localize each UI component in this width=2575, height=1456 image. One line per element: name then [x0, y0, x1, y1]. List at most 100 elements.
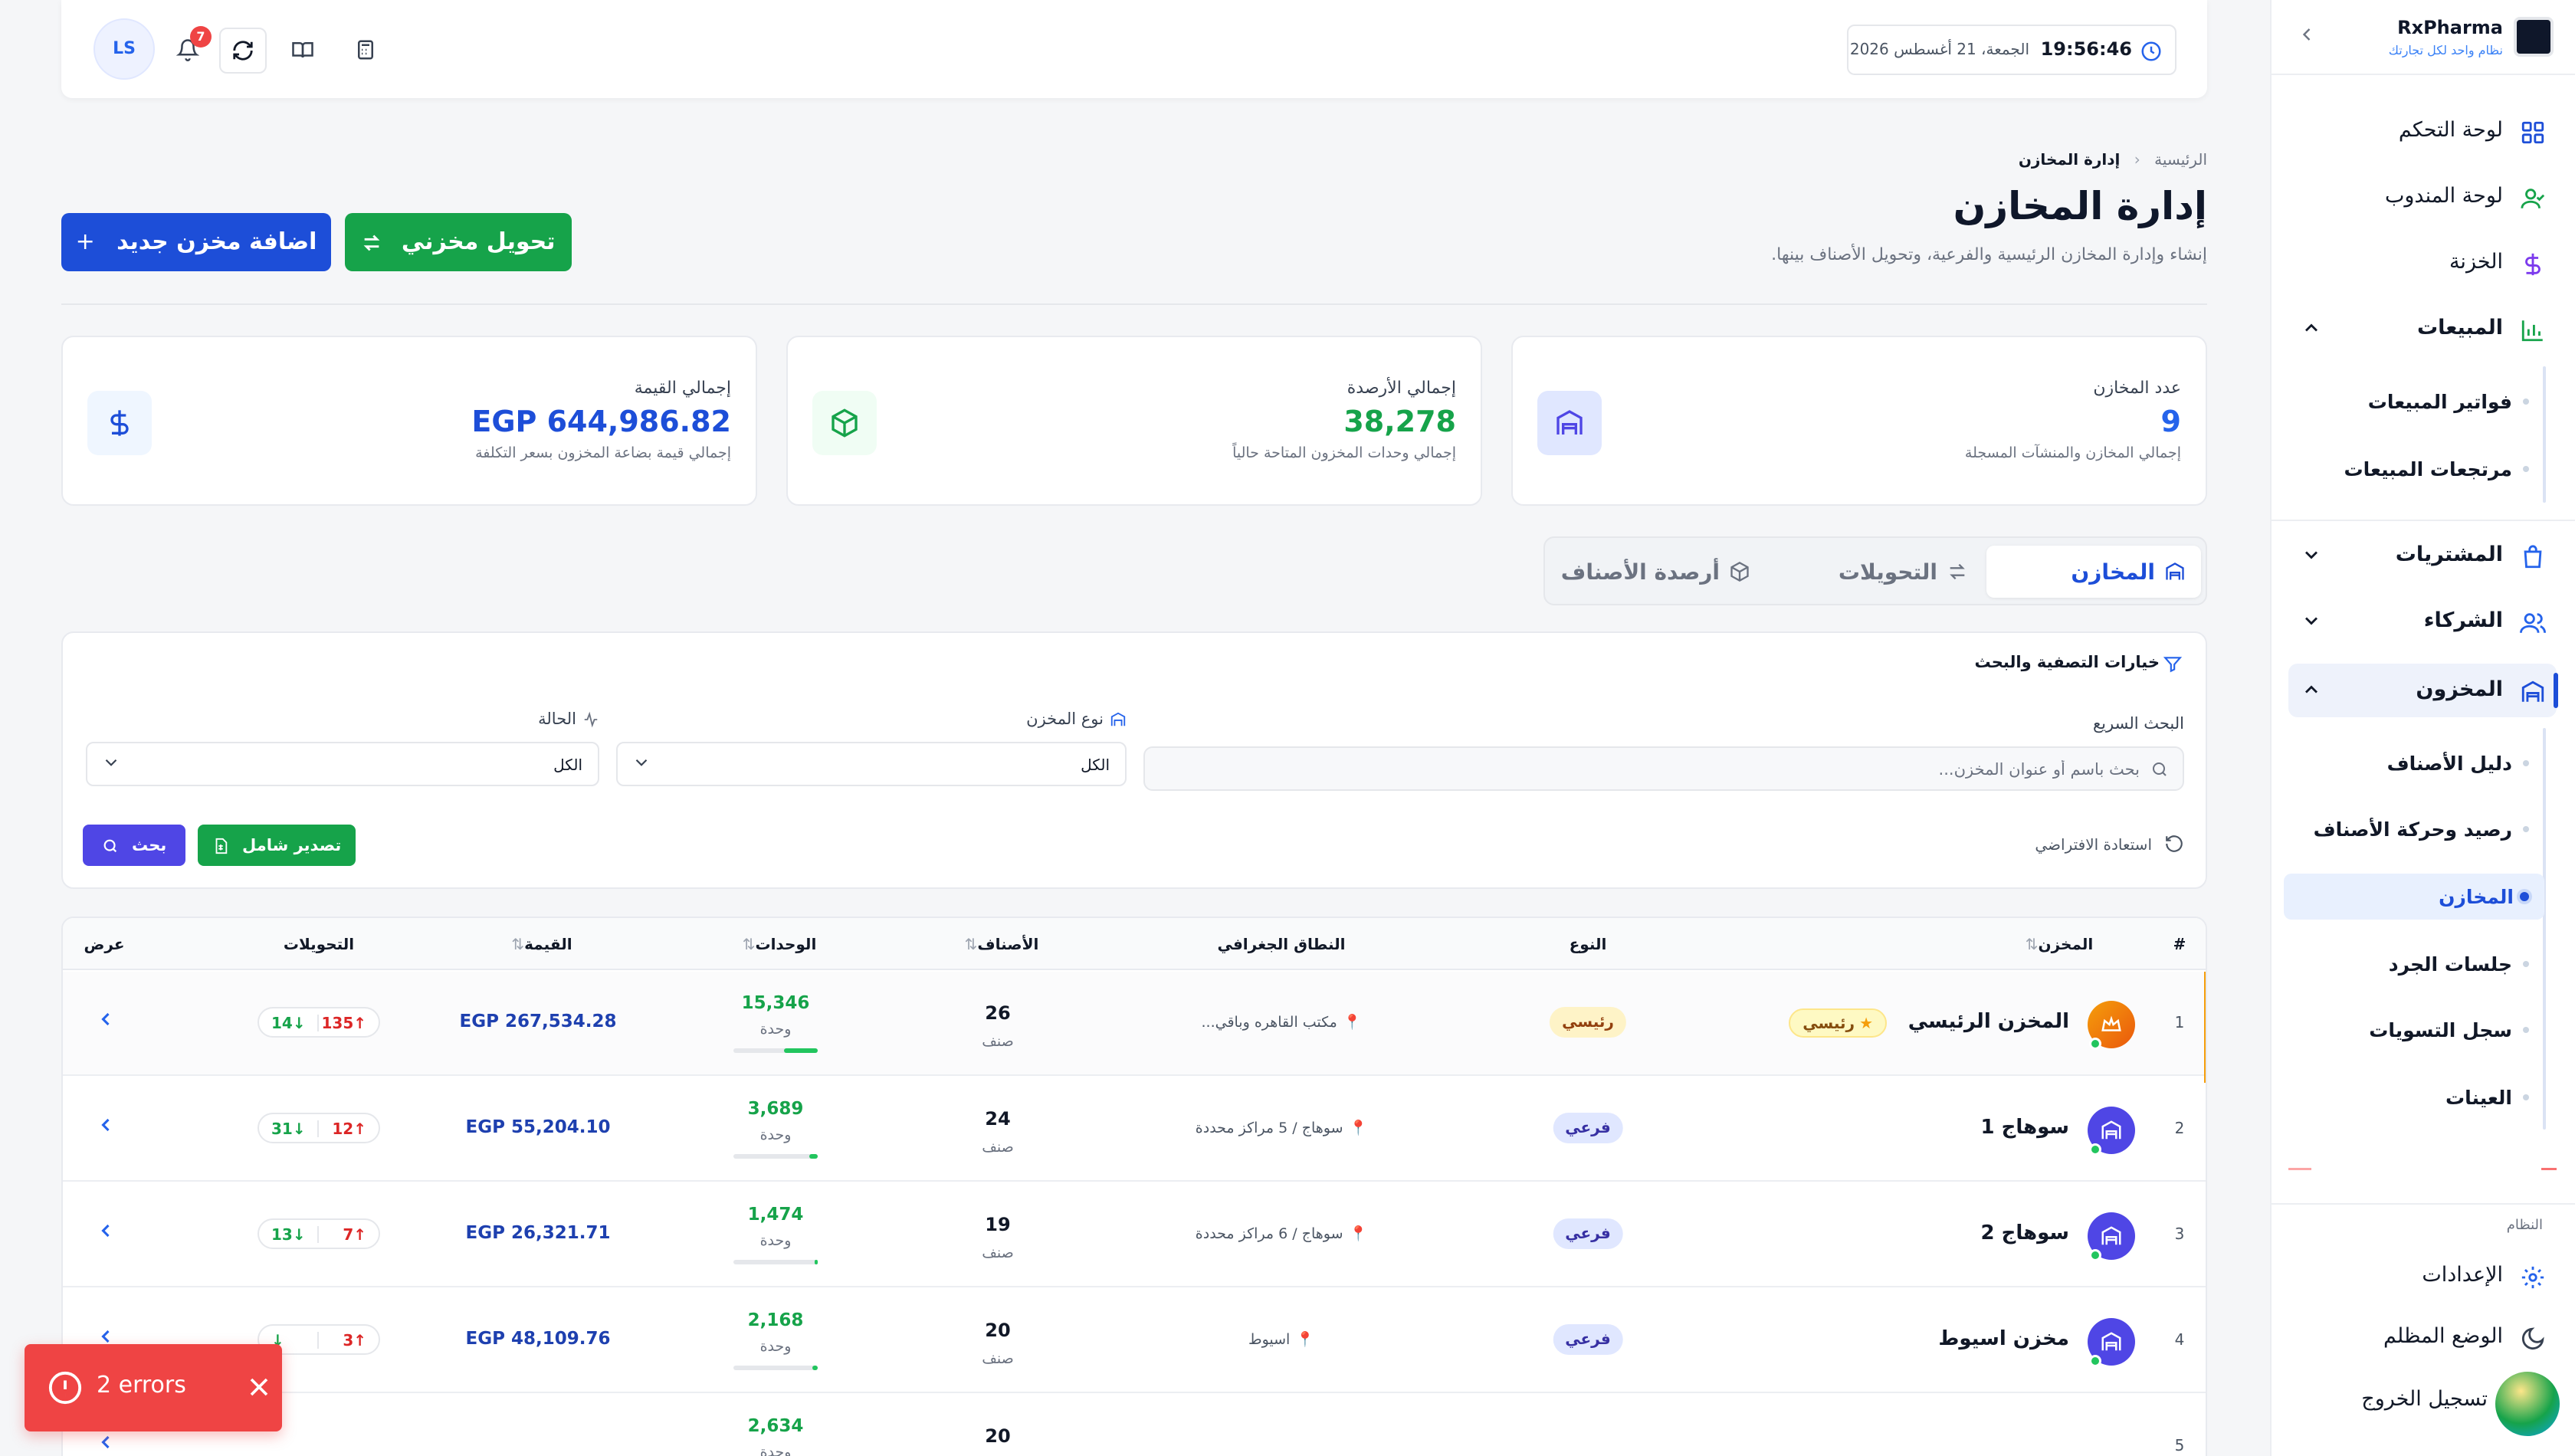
sidebar-item-dark-mode[interactable]: الوضع المظلم: [2288, 1310, 2557, 1364]
sidebar-item-partners[interactable]: الشركاء: [2288, 595, 2557, 648]
close-icon[interactable]: [244, 1372, 274, 1402]
sidebar-subitem-sales-returns[interactable]: مرتجعات المبيعات: [2299, 446, 2529, 492]
search-input[interactable]: [1220, 757, 2140, 782]
search-button[interactable]: بحث: [83, 825, 185, 866]
transfers-summary[interactable]: ↑7 ↓13: [258, 1218, 380, 1249]
reset-filters-label: استعادة الافتراضي: [2035, 835, 2152, 854]
type-filter-select[interactable]: الكل: [616, 742, 1127, 786]
sidebar-subitem-stock-counts[interactable]: جلسات الجرد: [2299, 941, 2529, 987]
export-button[interactable]: تصدير شامل: [198, 825, 356, 866]
stat-card-value: 9: [2160, 405, 2181, 438]
chevron-down-icon: [2305, 617, 2318, 625]
row-number: 1: [2174, 1013, 2185, 1031]
column-header-items[interactable]: الأصناف⇅: [957, 935, 1039, 953]
breadcrumb-home[interactable]: الرئيسية: [2154, 150, 2207, 169]
sidebar-subitem-label: فواتير المبيعات: [2367, 391, 2512, 413]
calculator-button[interactable]: [346, 31, 385, 69]
gear-icon: [2521, 1266, 2544, 1289]
add-warehouse-button[interactable]: اضافة مخزن جديد +: [61, 213, 331, 271]
sidebar-divider: [2270, 74, 2575, 75]
sidebar-subitem-sales-invoices[interactable]: فواتير المبيعات: [2299, 379, 2529, 425]
transfer-stock-label: تحويل مخزني: [401, 228, 556, 255]
sidebar-item-rep-dashboard[interactable]: لوحة المندوب: [2288, 170, 2557, 224]
breadcrumb-separator-icon: ‹: [2134, 150, 2140, 169]
view-row-button[interactable]: [86, 1431, 116, 1456]
warehouse-name[interactable]: المخزن الرئيسي: [1908, 1010, 2069, 1033]
transfers-summary[interactable]: ↑12 ↓31: [258, 1113, 380, 1143]
warehouse-name[interactable]: سوهاج 2: [1980, 1222, 2069, 1244]
column-header-warehouse[interactable]: المخزن⇅: [2018, 935, 2093, 953]
units-count: 15,346: [741, 993, 810, 1013]
column-header-value[interactable]: القيمة⇅: [504, 935, 572, 953]
sidebar-item-sales[interactable]: المبيعات: [2288, 302, 2557, 356]
plus-icon: +: [75, 228, 95, 255]
sort-icon: ⇅: [2025, 935, 2039, 953]
view-row-button[interactable]: [86, 1008, 116, 1039]
arrow-up-icon: ↑: [353, 1014, 366, 1032]
sidebar-item-purchases[interactable]: المشتريات: [2288, 529, 2557, 582]
app-avatar-image: [2492, 1369, 2563, 1439]
units-share-bar: [733, 1366, 818, 1370]
map-pin-icon: 📍: [1343, 1014, 1362, 1031]
sidebar-subitem-samples[interactable]: العينات: [2299, 1074, 2529, 1120]
column-header-units[interactable]: الوحدات⇅: [735, 935, 817, 953]
stat-card-description: إجمالي قيمة بضاعة المخزون بسعر التكلفة: [475, 444, 731, 461]
tab-item-balances[interactable]: أرصدة الأصناف: [1551, 546, 1766, 598]
view-row-button[interactable]: [86, 1114, 116, 1145]
table-row[interactable]: 2 سوهاج 1 فرعي 📍 سوهاج / 5 مراكز محددة 24 صنف 3…: [63, 1077, 2206, 1182]
error-toast[interactable]: 2 errors: [25, 1344, 282, 1431]
type-filter-label: نوع المخزن: [1026, 710, 1127, 728]
status-filter-value: الكل: [553, 756, 582, 774]
table-row[interactable]: 3 سوهاج 2 فرعي 📍 سوهاج / 6 مراكز محددة 19 صنف 1…: [63, 1183, 2206, 1287]
view-row-button[interactable]: [86, 1220, 116, 1251]
sidebar-divider: [2270, 1203, 2575, 1205]
guide-button[interactable]: [284, 31, 322, 69]
table-row[interactable]: 520صنف2,634وحدة: [63, 1395, 2206, 1456]
sidebar-subitem-stock-movement[interactable]: رصيد وحركة الأصناف: [2299, 806, 2529, 852]
user-avatar[interactable]: LS: [93, 18, 155, 80]
type-badge: فرعي: [1553, 1113, 1623, 1143]
sidebar-item-settings[interactable]: الإعدادات: [2288, 1249, 2557, 1303]
column-header-num: #: [2173, 935, 2186, 953]
table-row[interactable]: 1 المخزن الرئيسي ★رئيسي رئيسي 📍مكتب القاهره …: [63, 972, 2206, 1083]
chevron-left-icon: [2302, 28, 2311, 41]
chevron-down-icon: [2305, 551, 2318, 559]
collapse-sidebar-button[interactable]: [2291, 23, 2322, 54]
chevron-up-icon: [2305, 685, 2318, 694]
value-amount: EGP 26,321.71: [465, 1223, 611, 1243]
sidebar-item-label: تسجيل الخروج: [2361, 1387, 2488, 1411]
sidebar-item-label: الشركاء: [2423, 608, 2503, 632]
sidebar-subitem-adjustments-log[interactable]: سجل التسويات: [2299, 1007, 2529, 1053]
type-filter-value: الكل: [1081, 756, 1110, 774]
geo-scope-text: سوهاج / 5 مراكز محددة: [1195, 1120, 1343, 1136]
warehouse-icon: [2166, 562, 2184, 580]
refresh-button[interactable]: [219, 28, 267, 74]
sidebar-item-inventory[interactable]: المخزون: [2288, 664, 2558, 717]
status-filter-select[interactable]: الكل: [86, 742, 599, 786]
sidebar-item-logout[interactable]: تسجيل الخروج: [2288, 1369, 2563, 1439]
divider: [317, 1015, 319, 1031]
warehouse-name[interactable]: سوهاج 1: [1980, 1116, 2069, 1139]
notifications-button[interactable]: 7: [169, 26, 212, 69]
sidebar-item-label: الوضع المظلم: [2383, 1324, 2503, 1348]
value-amount: EGP 267,534.28: [459, 1012, 617, 1031]
brand-name: RxPharma: [2397, 17, 2503, 38]
warehouse-name[interactable]: مخزن اسيوط: [1938, 1327, 2069, 1350]
sidebar-subitem-warehouses[interactable]: المخازن: [2284, 874, 2544, 920]
error-toast-text: 2 errors: [97, 1372, 186, 1399]
sidebar-item-dashboard[interactable]: لوحة التحكم: [2288, 104, 2557, 158]
clock-time: 19:56:46: [2040, 38, 2132, 60]
table-row[interactable]: 4 مخزن اسيوط فرعي 📍 اسيوط 20 صنف 2,168 وحدة EGP 4…: [63, 1289, 2206, 1393]
sidebar-item-treasury[interactable]: الخزنة: [2288, 236, 2557, 290]
transfer-stock-button[interactable]: تحويل مخزني: [345, 213, 572, 271]
transfers-summary[interactable]: ↑135 ↓14: [258, 1007, 380, 1038]
page-subtitle: إنشاء وإدارة المخازن الرئيسية والفرعية، …: [1771, 245, 2207, 264]
filter-panel-title: خيارات التصفية والبحث: [1974, 653, 2160, 671]
transfers-out: ↓14: [271, 1014, 306, 1032]
map-pin-icon: 📍: [1349, 1225, 1368, 1242]
tab-warehouses[interactable]: المخازن: [1986, 546, 2201, 598]
sidebar-subitem-items-catalog[interactable]: دليل الأصناف: [2299, 740, 2529, 786]
geo-scope: 📍 سوهاج / 5 مراكز محددة: [1196, 1119, 1367, 1136]
search-button-label: بحث: [132, 836, 167, 854]
tab-transfers[interactable]: التحويلات: [1769, 546, 1983, 598]
